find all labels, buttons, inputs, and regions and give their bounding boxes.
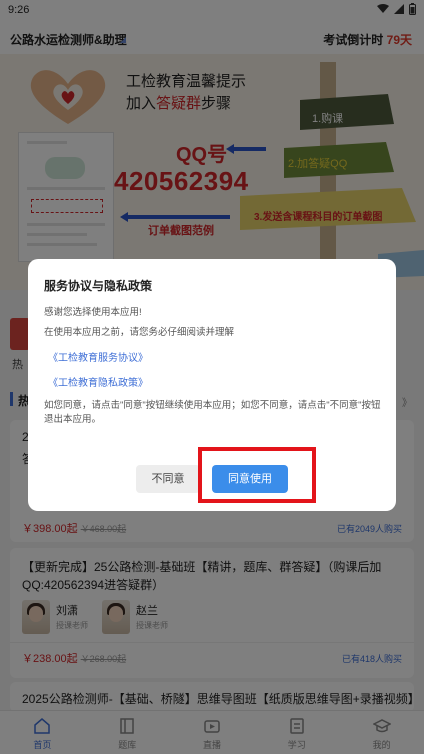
watermark-logo: K73 游戏之家 .com xyxy=(148,360,278,396)
dialog-line: 感谢您选择使用本应用! xyxy=(44,307,142,318)
watermark-brand: K73 xyxy=(148,360,204,393)
dialog-title: 服务协议与隐私政策 xyxy=(44,279,153,293)
watermark-cn: 游戏之家 xyxy=(210,364,259,378)
service-agreement-link[interactable]: 《工检教育服务协议》 xyxy=(48,349,148,364)
dialog-paragraph: 如您同意，请点击"同意"按钮继续使用本应用；如您不同意，请点击"不同意"按钮退出… xyxy=(44,400,381,425)
annotation-highlight-box xyxy=(198,447,316,503)
disagree-button[interactable]: 不同意 xyxy=(136,465,200,493)
dialog-line: 在使用本应用之前，请您务必仔细阅读并理解 xyxy=(44,327,235,338)
watermark-domain: .com xyxy=(222,378,246,390)
privacy-policy-link[interactable]: 《工检教育隐私政策》 xyxy=(48,374,148,389)
